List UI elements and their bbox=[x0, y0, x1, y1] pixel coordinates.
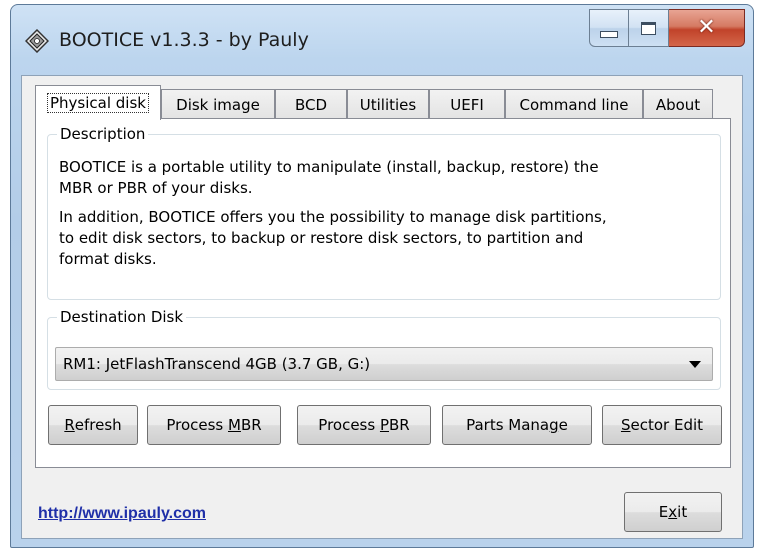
destination-disk-value: RM1: JetFlashTranscend 4GB (3.7 GB, G:) bbox=[63, 355, 371, 373]
disk-diamond-icon bbox=[25, 29, 49, 53]
process-pbr-button[interactable]: Process P BR bbox=[297, 405, 431, 445]
app-window: BOOTICE v1.3.3 - by Pauly ✕ Physical dis… bbox=[10, 4, 754, 548]
tab-label: BCD bbox=[294, 95, 328, 114]
description-legend: Description bbox=[60, 125, 146, 143]
tab-label: UEFI bbox=[450, 95, 484, 114]
accelerator-key: S bbox=[620, 416, 631, 434]
parts-manage-button[interactable]: Parts Mana g e bbox=[442, 405, 592, 445]
tab-label: About bbox=[655, 95, 701, 114]
tab-command-line[interactable]: Command line bbox=[505, 89, 643, 119]
description-para1: BOOTICE is a portable utility to manipul… bbox=[59, 157, 709, 199]
destination-disk-select[interactable]: RM1: JetFlashTranscend 4GB (3.7 GB, G:) bbox=[55, 347, 713, 381]
button-label: Process bbox=[166, 416, 228, 434]
tab-utilities[interactable]: Utilities bbox=[347, 89, 429, 119]
accelerator-key: P bbox=[379, 416, 389, 434]
tab-about[interactable]: About bbox=[643, 89, 713, 119]
button-label: it bbox=[677, 503, 688, 521]
close-button[interactable]: ✕ bbox=[669, 9, 745, 47]
client-area: Physical disk Disk image BCD Utilities U… bbox=[21, 75, 743, 539]
accelerator-key: x bbox=[668, 503, 678, 521]
button-label: BR bbox=[389, 416, 410, 434]
refresh-button[interactable]: Refresh bbox=[48, 405, 138, 445]
description-line: format disks. bbox=[59, 250, 157, 268]
button-label: E bbox=[658, 503, 669, 521]
chevron-down-icon bbox=[689, 361, 701, 368]
description-line: MBR or PBR of your disks. bbox=[59, 179, 253, 197]
process-mbr-button[interactable]: Process M BR bbox=[147, 405, 281, 445]
tab-label: Physical disk bbox=[47, 93, 149, 113]
description-line: to edit disk sectors, to backup or resto… bbox=[59, 229, 584, 247]
title-bar[interactable]: BOOTICE v1.3.3 - by Pauly ✕ bbox=[11, 5, 753, 75]
description-group: Description BOOTICE is a portable utilit… bbox=[47, 125, 721, 300]
accelerator-key: M bbox=[228, 416, 241, 434]
description-para2: In addition, BOOTICE offers you the poss… bbox=[59, 207, 709, 270]
physical-disk-panel: Description BOOTICE is a portable utilit… bbox=[35, 118, 731, 468]
accelerator-key: g bbox=[549, 416, 559, 434]
description-line: In addition, BOOTICE offers you the poss… bbox=[59, 208, 607, 226]
button-label: Parts Mana bbox=[466, 416, 550, 434]
sector-edit-button[interactable]: Sector Edit bbox=[602, 405, 722, 445]
destination-disk-group: Destination Disk RM1: JetFlashTranscend … bbox=[47, 308, 721, 390]
accelerator-key: R bbox=[64, 416, 75, 434]
button-label: Process bbox=[318, 416, 380, 434]
tab-uefi[interactable]: UEFI bbox=[429, 89, 505, 119]
maximize-icon bbox=[641, 21, 656, 35]
destination-legend: Destination Disk bbox=[60, 308, 184, 326]
exit-button[interactable]: Ex it bbox=[624, 492, 722, 532]
minimize-button[interactable] bbox=[589, 9, 629, 47]
button-label: ector Edit bbox=[630, 416, 704, 434]
tab-label: Utilities bbox=[359, 95, 417, 114]
minimize-icon bbox=[600, 30, 618, 38]
button-label: BR bbox=[240, 416, 262, 434]
tab-disk-image[interactable]: Disk image bbox=[161, 89, 275, 119]
button-label: efresh bbox=[74, 416, 122, 434]
tab-bcd[interactable]: BCD bbox=[275, 89, 347, 119]
caption-buttons: ✕ bbox=[589, 9, 745, 49]
tab-label: Disk image bbox=[176, 95, 260, 114]
tab-label: Command line bbox=[519, 95, 629, 114]
tab-physical-disk[interactable]: Physical disk bbox=[35, 85, 161, 120]
description-line: BOOTICE is a portable utility to manipul… bbox=[59, 158, 599, 176]
close-icon: ✕ bbox=[697, 15, 716, 40]
website-link[interactable]: http://www.ipauly.com bbox=[38, 505, 206, 523]
maximize-button[interactable] bbox=[629, 9, 669, 47]
window-title: BOOTICE v1.3.3 - by Pauly bbox=[59, 29, 309, 51]
button-label: e bbox=[558, 416, 568, 434]
